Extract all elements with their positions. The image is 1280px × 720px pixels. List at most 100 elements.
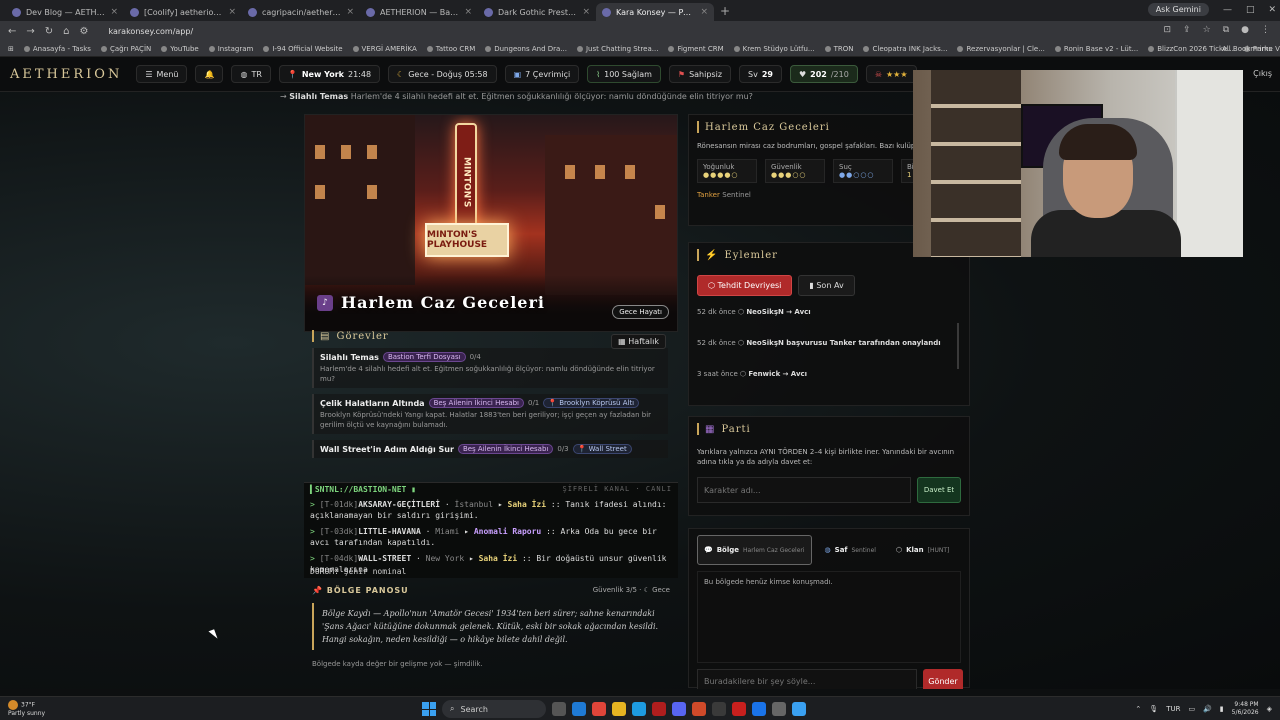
weekly-button[interactable]: ▦ Haftalık <box>611 334 666 349</box>
bookmark[interactable]: Çağrı PAÇİN <box>100 45 151 53</box>
app-icon[interactable] <box>792 702 806 716</box>
app-icon[interactable] <box>692 702 706 716</box>
last-hunt-button[interactable]: ▮ Son Av <box>798 275 855 296</box>
edge-icon[interactable] <box>572 702 586 716</box>
online-chip[interactable]: ▣ 7 Çevrimiçi <box>504 65 580 83</box>
app-icon[interactable] <box>772 702 786 716</box>
weather-widget[interactable]: 37°F Partly sunny <box>8 700 45 718</box>
close-icon[interactable]: × <box>700 7 708 17</box>
bookmark[interactable]: Ronin Base v2 - Lüt... <box>1054 45 1138 53</box>
close-icon[interactable]: × <box>582 7 590 17</box>
speaker-icon[interactable]: 🔊 <box>1203 705 1212 713</box>
send-button[interactable]: Gönder <box>923 669 963 689</box>
close-icon[interactable]: × <box>110 7 118 17</box>
maximize-icon[interactable]: □ <box>1246 5 1255 15</box>
chat-tab-clan[interactable]: ⬡ Klan [HUNT] <box>889 535 956 565</box>
close-window-icon[interactable]: ✕ <box>1268 5 1276 15</box>
character-name-input[interactable] <box>697 477 911 503</box>
quest-item[interactable]: Çelik Halatların Altında Beş Ailenin İkin… <box>312 394 668 434</box>
bookmark[interactable]: BlizzCon 2026 Ticke... <box>1148 45 1234 53</box>
browser-tab[interactable]: Dev Blog — AETHERION× <box>6 3 124 21</box>
terminal-line: > [T-03dk]LITTLE-HAVANA · Miami ▸ Anomal… <box>310 527 657 547</box>
taskbar-search[interactable]: ⌕ Search <box>442 700 546 718</box>
extensions-icon[interactable]: ⧉ <box>1223 25 1229 35</box>
all-bookmarks-button[interactable]: All Bookmarks <box>1222 45 1272 53</box>
close-icon[interactable]: × <box>228 7 236 17</box>
bookmark[interactable]: Tattoo CRM <box>426 45 475 53</box>
chat-tab-region[interactable]: 💬 Bölge Harlem Caz Geceleri <box>697 535 812 565</box>
ask-gemini-button[interactable]: Ask Gemini <box>1147 3 1209 16</box>
task-view-icon[interactable] <box>552 702 566 716</box>
site-info-icon[interactable]: ⚙ <box>80 26 89 37</box>
quest-item[interactable]: Wall Street'in Adım Aldığı Sur Beş Aileni… <box>312 440 668 458</box>
invite-button[interactable]: Davet Et <box>917 477 961 503</box>
profile-icon[interactable]: ● <box>1241 25 1249 35</box>
chevron-up-icon[interactable]: ⌃ <box>1135 705 1141 713</box>
browser-tab-active[interactable]: Kara Konsey — Perde Aralanıyor× <box>596 3 714 21</box>
logout-button[interactable]: Çıkış <box>1253 69 1272 78</box>
browser-menu-icon[interactable]: ⋮ <box>1261 25 1270 35</box>
bookmark-icon <box>733 45 740 52</box>
share-icon[interactable]: ⇪ <box>1183 25 1191 35</box>
browser-tab[interactable]: cagripacin/aetherion × <box>242 3 360 21</box>
language-indicator[interactable]: TUR <box>1166 705 1180 713</box>
city-chip[interactable]: 📍 New York 21:48 <box>278 65 381 83</box>
bookmark[interactable]: VERGİ AMERİKA <box>352 45 417 53</box>
back-icon[interactable]: ← <box>8 26 16 37</box>
bookmark[interactable]: Dungeons And Dra... <box>485 45 567 53</box>
app-icon[interactable] <box>732 702 746 716</box>
bookmark[interactable]: I-94 Official Website <box>263 45 343 53</box>
terminal-icon[interactable] <box>712 702 726 716</box>
bookmark[interactable]: Just Chatting Strea... <box>576 45 658 53</box>
chat-tab-faction[interactable]: ◍ Saf Sentinel <box>818 535 883 565</box>
reload-icon[interactable]: ↻ <box>45 26 53 37</box>
language-button[interactable]: ◍ TR <box>231 65 271 83</box>
home-icon[interactable]: ⌂ <box>63 26 69 37</box>
battery-icon[interactable]: ▮ <box>1220 705 1224 713</box>
chat-panel: 💬 Bölge Harlem Caz Geceleri ◍ Saf Sentinel ⬡… <box>688 528 970 689</box>
browser-tab[interactable]: Dark Gothic Prestige Portraits× <box>478 3 596 21</box>
clock[interactable]: 9:48 PM 5/6/2026 <box>1232 701 1259 717</box>
folder-icon[interactable] <box>612 702 626 716</box>
bookmark[interactable]: Cleopatra INK Jacks... <box>863 45 947 53</box>
bookmark[interactable]: Instagram <box>208 45 253 53</box>
discord-icon[interactable] <box>672 702 686 716</box>
apps-icon[interactable]: ⊞ <box>8 45 14 53</box>
log-scrollbar[interactable] <box>957 323 959 369</box>
install-icon[interactable]: ⊡ <box>1164 25 1172 35</box>
minimize-icon[interactable]: — <box>1223 5 1232 15</box>
new-tab-icon[interactable]: + <box>720 4 730 18</box>
skype-icon[interactable] <box>632 702 646 716</box>
url-field[interactable]: karakonsey.com/app/ <box>109 27 194 36</box>
close-icon[interactable]: × <box>464 7 472 17</box>
notification-icon[interactable]: ◈ <box>1267 705 1272 713</box>
party-icon: ▦ <box>705 423 716 435</box>
chrome-icon[interactable] <box>592 702 606 716</box>
close-icon[interactable]: × <box>346 7 354 17</box>
actions-panel: ⚡ Eylemler ⬡ Tehdit Devriyesi ▮ Son Av 52… <box>688 242 970 406</box>
bookmark[interactable]: TRON <box>824 45 853 53</box>
windows-start-icon[interactable] <box>422 702 436 716</box>
quest-location: 📍 Brooklyn Köprüsü Altı <box>543 398 640 408</box>
browser-tab[interactable]: [Coolify] aetherion.s - Deploy× <box>124 3 242 21</box>
threat-patrol-button[interactable]: ⬡ Tehdit Devriyesi <box>697 275 793 296</box>
bookmark[interactable]: Figment CRM <box>668 45 724 53</box>
app-icon[interactable] <box>752 702 766 716</box>
bookmark[interactable]: YouTube <box>161 45 199 53</box>
window-light <box>341 145 351 159</box>
quest-item[interactable]: Silahlı Temas Bastion Terfi Dosyası 0/4 Ha… <box>312 348 668 388</box>
bookmark[interactable]: Krem Stüdyo Lütfu... <box>733 45 815 53</box>
app-icon[interactable] <box>652 702 666 716</box>
menu-button[interactable]: ☰ Menü <box>136 65 188 83</box>
chat-input[interactable] <box>697 669 917 689</box>
notifications-button[interactable]: 🔔 <box>195 65 224 83</box>
monitor-icon[interactable]: ▭ <box>1188 705 1195 713</box>
bookmark-star-icon[interactable]: ☆ <box>1203 25 1211 35</box>
browser-tab[interactable]: AETHERION — Backoffice× <box>360 3 478 21</box>
bookmark[interactable]: Rezervasyonlar | Cle... <box>957 45 1045 53</box>
app-logo[interactable]: AETHERION <box>10 67 122 82</box>
mic-icon[interactable]: 🎙 <box>1149 705 1158 713</box>
bookmark[interactable]: Anasayfa - Tasks <box>23 45 91 53</box>
bookmark-icon <box>426 45 433 52</box>
forward-icon[interactable]: → <box>26 26 34 37</box>
